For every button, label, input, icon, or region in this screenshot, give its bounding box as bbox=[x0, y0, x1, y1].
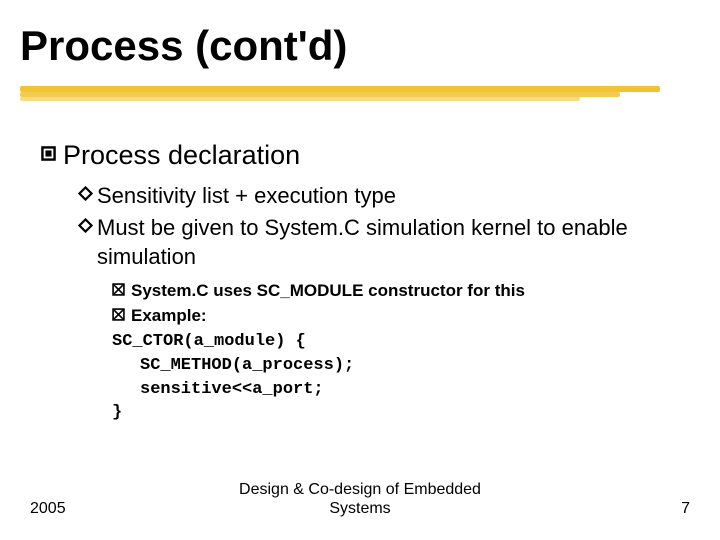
bullet-level2: Sensitivity list + execution type bbox=[78, 181, 692, 211]
code-line: SC_CTOR(a_module) { bbox=[112, 330, 692, 354]
diamond-bullet-icon bbox=[78, 218, 93, 233]
code-line: sensitive<<a_port; bbox=[112, 378, 692, 402]
bullet-text: System.C uses SC_MODULE constructor for … bbox=[131, 280, 525, 303]
bullet-level3: Example: bbox=[112, 305, 692, 328]
bullet-level3: System.C uses SC_MODULE constructor for … bbox=[112, 280, 692, 303]
code-block: SC_CTOR(a_module) { SC_METHOD(a_process)… bbox=[40, 330, 692, 425]
square-bullet-icon bbox=[40, 145, 57, 162]
footer-center: Design & Co-design of Embedded Systems bbox=[0, 481, 720, 518]
content-area: Process declaration Sensitivity list + e… bbox=[0, 104, 720, 425]
bullet-text: Process declaration bbox=[63, 140, 300, 171]
slide-title: Process (cont'd) bbox=[20, 22, 720, 70]
boxed-x-bullet-icon bbox=[112, 283, 125, 296]
boxed-x-bullet-icon bbox=[112, 308, 125, 321]
bullet-text: Example: bbox=[131, 305, 207, 328]
bullet-text: Must be given to System.C simulation ker… bbox=[97, 213, 692, 272]
slide: Process (cont'd) Process declaration Sen… bbox=[0, 0, 720, 540]
footer-text-line: Systems bbox=[0, 500, 720, 518]
code-line: SC_METHOD(a_process); bbox=[112, 354, 692, 378]
level3-group: System.C uses SC_MODULE constructor for … bbox=[40, 280, 692, 328]
title-underline bbox=[20, 86, 680, 104]
bullet-level1: Process declaration bbox=[40, 140, 692, 171]
diamond-bullet-icon bbox=[78, 186, 93, 201]
footer-page-number: 7 bbox=[681, 500, 690, 518]
bullet-text: Sensitivity list + execution type bbox=[97, 181, 396, 211]
underline-stroke bbox=[20, 97, 580, 101]
title-area: Process (cont'd) bbox=[0, 0, 720, 104]
footer-text-line: Design & Co-design of Embedded bbox=[0, 481, 720, 499]
code-line: } bbox=[112, 401, 692, 425]
level2-group: Sensitivity list + execution type Must b… bbox=[40, 181, 692, 272]
bullet-level2: Must be given to System.C simulation ker… bbox=[78, 213, 692, 272]
